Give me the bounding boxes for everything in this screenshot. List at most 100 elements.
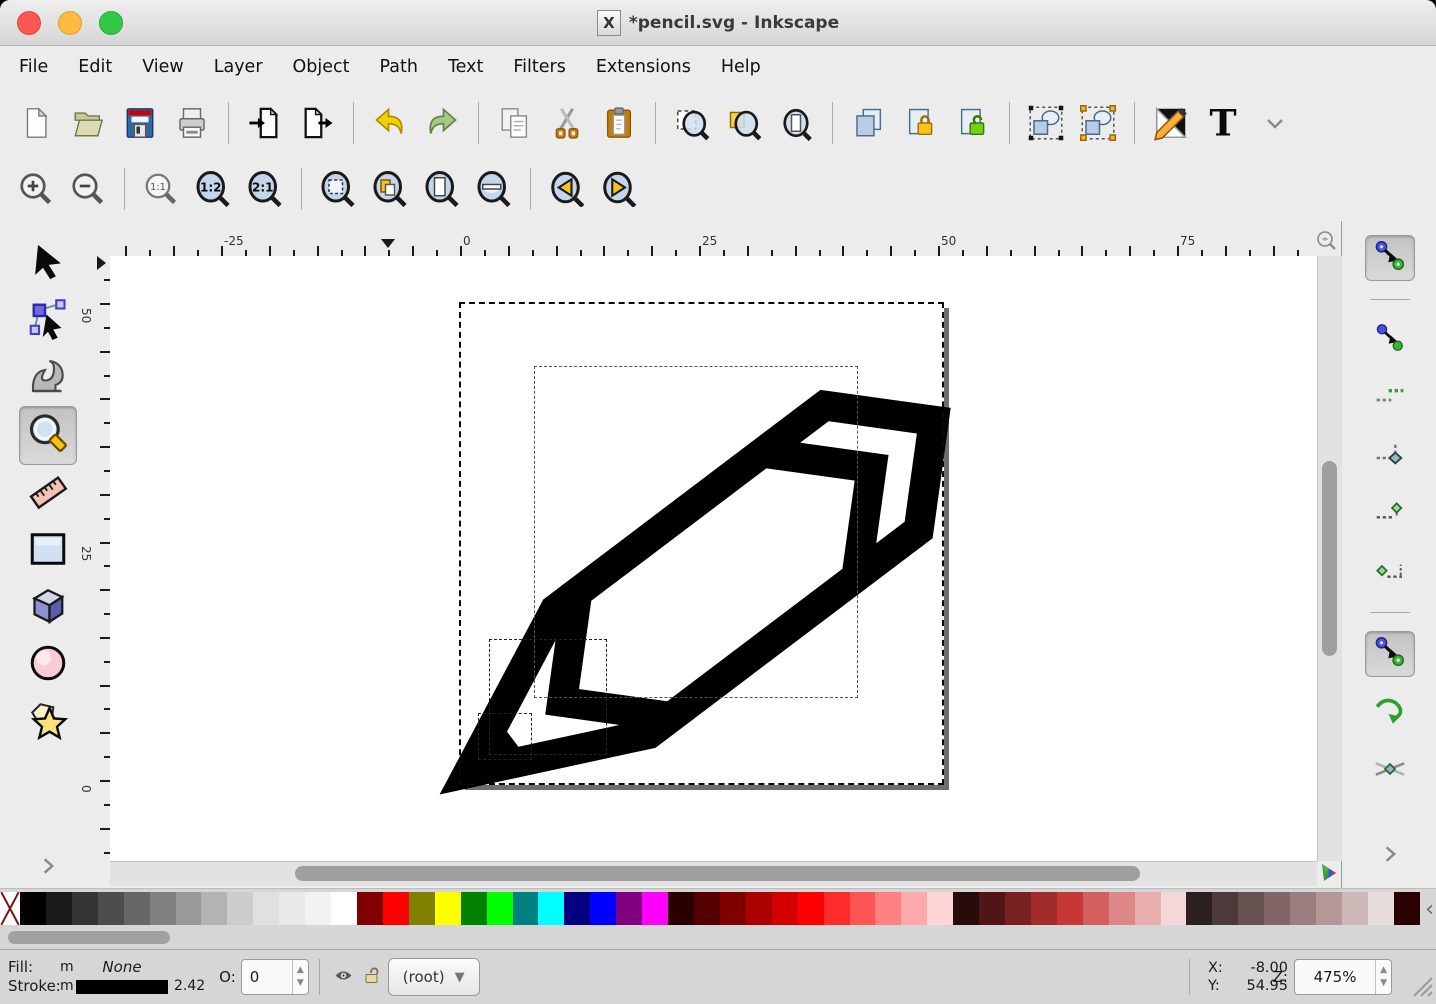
pencil-drawing[interactable]: [110, 256, 1317, 861]
menu-edit[interactable]: Edit: [63, 51, 127, 83]
palette-swatch[interactable]: [20, 892, 46, 925]
horizontal-scrollbar-thumb[interactable]: [295, 866, 1140, 881]
tool-star[interactable]: [20, 693, 76, 750]
stroke-width-value[interactable]: 2.42: [174, 978, 205, 996]
palette-swatch[interactable]: [305, 892, 331, 925]
document-open-button[interactable]: [62, 97, 114, 149]
palette-swatch[interactable]: [1290, 892, 1316, 925]
print-button[interactable]: [166, 97, 218, 149]
palette-swatch[interactable]: [124, 892, 150, 925]
toolbox-expander[interactable]: [20, 848, 76, 888]
snap-bbox-centers-button[interactable]: [1366, 550, 1414, 594]
palette-swatch[interactable]: [979, 892, 1005, 925]
opacity-value[interactable]: 0: [242, 968, 292, 986]
zoom-spinner[interactable]: 475% ▲▼: [1294, 959, 1392, 995]
ruler-corner-zoom-button[interactable]: [1315, 229, 1341, 255]
zoom-up-icon[interactable]: ▲: [1376, 964, 1391, 977]
snapbar-expander[interactable]: [1366, 838, 1414, 874]
snap-bbox-button[interactable]: [1366, 318, 1414, 362]
zoom-in-button[interactable]: [10, 163, 62, 215]
zoom-selection-button[interactable]: [666, 97, 718, 149]
palette-swatch[interactable]: [461, 892, 487, 925]
palette-swatch[interactable]: [176, 892, 202, 925]
zoom-next-button[interactable]: [593, 163, 645, 215]
menu-view[interactable]: View: [127, 51, 199, 83]
color-managed-mode-toggle[interactable]: [1317, 861, 1341, 885]
snap-bbox-edges-button[interactable]: [1366, 376, 1414, 420]
menu-file[interactable]: File: [4, 51, 63, 83]
snap-edge-midpoints-button[interactable]: [1366, 492, 1414, 536]
close-button[interactable]: [17, 11, 41, 35]
palette-swatch[interactable]: [927, 892, 953, 925]
palette-swatch[interactable]: [668, 892, 694, 925]
zoom-drawing-button[interactable]: [718, 97, 770, 149]
snap-bbox-corners-button[interactable]: [1366, 434, 1414, 478]
palette-swatch[interactable]: [435, 892, 461, 925]
palette-swatch[interactable]: [1031, 892, 1057, 925]
palette-swatch[interactable]: [642, 892, 668, 925]
tool-zoom[interactable]: [19, 406, 77, 465]
undo-button[interactable]: [364, 97, 416, 149]
snap-paths-button[interactable]: [1366, 691, 1414, 735]
zoom-2-1-button[interactable]: 2:1: [239, 163, 291, 215]
palette-swatch[interactable]: [1161, 892, 1187, 925]
zoom-page-width-button[interactable]: [468, 163, 520, 215]
palette-swatch[interactable]: [824, 892, 850, 925]
opacity-down-icon[interactable]: ▼: [293, 977, 308, 990]
palette-swatch-none[interactable]: [0, 892, 20, 925]
fill-value[interactable]: None: [76, 958, 168, 977]
layer-selector[interactable]: (root) ▼: [388, 958, 480, 996]
palette-swatch[interactable]: [746, 892, 772, 925]
palette-swatch[interactable]: [72, 892, 98, 925]
tool-node-editor[interactable]: [20, 292, 76, 349]
layer-visibility-toggle[interactable]: [334, 967, 353, 988]
minimize-button[interactable]: [58, 11, 82, 35]
palette-swatch[interactable]: [1368, 892, 1394, 925]
zoom-previous-button[interactable]: [541, 163, 593, 215]
palette-swatch[interactable]: [1109, 892, 1135, 925]
horizontal-ruler[interactable]: -250255075: [110, 233, 1317, 258]
zoom-out-button[interactable]: [62, 163, 114, 215]
document-save-button[interactable]: [114, 97, 166, 149]
export-button[interactable]: [291, 97, 343, 149]
palette-swatch[interactable]: [538, 892, 564, 925]
horizontal-scrollbar[interactable]: [110, 861, 1317, 886]
palette-swatch[interactable]: [227, 892, 253, 925]
palette-swatch[interactable]: [331, 892, 357, 925]
palette-swatch[interactable]: [1005, 892, 1031, 925]
zoom-to-selection-button[interactable]: [312, 163, 364, 215]
vertical-scrollbar-thumb[interactable]: [1322, 461, 1337, 656]
palette-swatch[interactable]: [1083, 892, 1109, 925]
zoom-to-drawing-button[interactable]: [364, 163, 416, 215]
group-button[interactable]: [1020, 97, 1072, 149]
palette-swatch[interactable]: [1316, 892, 1342, 925]
palette-swatch[interactable]: [513, 892, 539, 925]
palette-swatch[interactable]: [590, 892, 616, 925]
opacity-up-icon[interactable]: ▲: [293, 964, 308, 977]
menu-path[interactable]: Path: [365, 51, 433, 83]
palette-swatch[interactable]: [850, 892, 876, 925]
palette-swatch[interactable]: [1264, 892, 1290, 925]
palette-scroll-left-icon[interactable]: ‹: [1425, 897, 1434, 922]
fill-stroke-dialog-button[interactable]: [1145, 97, 1197, 149]
snap-nodes-button[interactable]: [1365, 631, 1415, 677]
zoom-to-page-button[interactable]: [416, 163, 468, 215]
vertical-scrollbar[interactable]: [1317, 256, 1342, 861]
menu-help[interactable]: Help: [706, 51, 776, 83]
tool-3dbox[interactable]: [20, 579, 76, 636]
fill-stroke-indicator[interactable]: Fill: m None Stroke: m 2.42: [8, 958, 205, 996]
palette-swatch[interactable]: [901, 892, 927, 925]
import-button[interactable]: [239, 97, 291, 149]
palette-swatch[interactable]: [487, 892, 513, 925]
paste-button[interactable]: [593, 97, 645, 149]
zoom-1-1-button[interactable]: 1:1: [135, 163, 187, 215]
palette-swatch[interactable]: [253, 892, 279, 925]
palette-swatch[interactable]: [1342, 892, 1368, 925]
palette-swatch[interactable]: [772, 892, 798, 925]
menu-text[interactable]: Text: [433, 51, 498, 83]
zoom-value[interactable]: 475%: [1295, 968, 1375, 986]
toolbar-overflow-button[interactable]: [1249, 97, 1301, 149]
palette-swatch[interactable]: [798, 892, 824, 925]
duplicate-button[interactable]: [843, 97, 895, 149]
palette-swatch[interactable]: [409, 892, 435, 925]
